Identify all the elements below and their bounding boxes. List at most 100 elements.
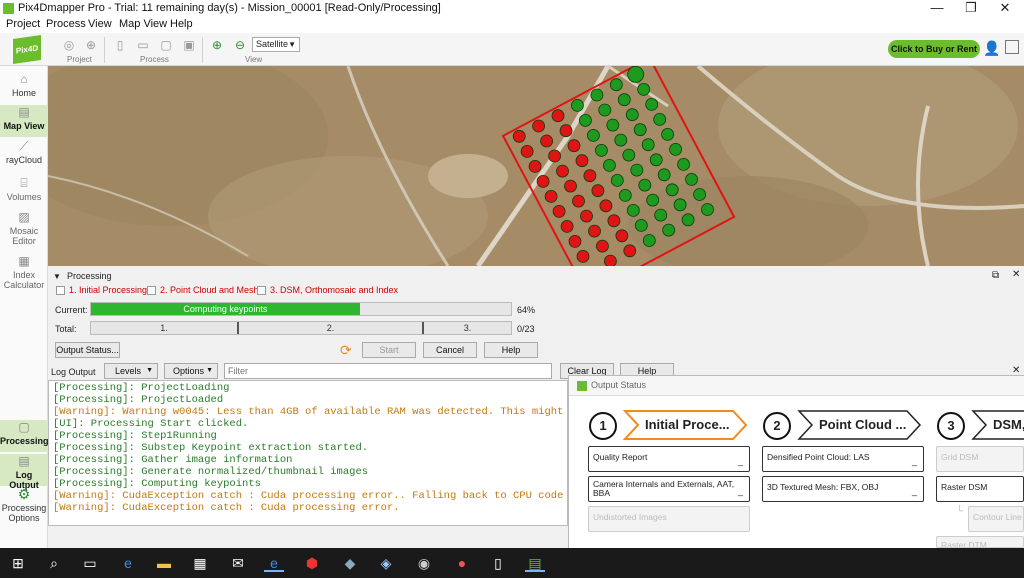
sidebar-item-mosaic-editor[interactable]: ▨ Mosaic Editor	[0, 210, 48, 250]
process-settings-icon[interactable]: ▣	[182, 38, 196, 52]
sidebar-item-volumes[interactable]: ⌸ Volumes	[0, 176, 48, 208]
camera-position-marker[interactable]	[673, 198, 687, 212]
camera-position-marker[interactable]	[604, 254, 617, 266]
step-2-checkbox[interactable]	[147, 286, 156, 295]
help-button[interactable]: Help	[484, 342, 538, 358]
camera-position-marker[interactable]	[685, 173, 698, 186]
app-icon[interactable]: ●	[452, 554, 472, 572]
output-contour-line[interactable]: Contour Line	[968, 506, 1024, 532]
camera-position-marker[interactable]	[512, 129, 526, 143]
camera-position-marker[interactable]	[657, 168, 671, 182]
camera-position-marker[interactable]	[661, 128, 674, 141]
camera-position-marker[interactable]	[603, 159, 616, 172]
options-dropdown[interactable]: Options ▼	[164, 363, 218, 379]
camera-position-marker[interactable]	[540, 134, 554, 148]
process-export-icon[interactable]: ▢	[159, 38, 173, 52]
windows-start-icon[interactable]: ⊞	[8, 554, 28, 572]
output-grid-dsm[interactable]: Grid DSM	[936, 446, 1024, 472]
output-undistorted-images[interactable]: Undistorted Images	[588, 506, 750, 532]
project-open-icon[interactable]: ◎	[62, 38, 76, 52]
camera-position-marker[interactable]	[568, 234, 582, 248]
store-icon[interactable]: ▦	[190, 554, 210, 572]
edge-icon[interactable]: e	[118, 554, 138, 572]
sidebar-item-processing[interactable]: ▢ Processing	[0, 420, 49, 452]
camera-position-marker[interactable]	[614, 133, 628, 147]
camera-position-marker[interactable]	[599, 199, 613, 213]
camera-position-marker[interactable]	[552, 204, 566, 218]
project-target-icon[interactable]: ⊕	[84, 38, 98, 52]
camera-position-marker[interactable]	[536, 175, 550, 188]
camera-position-marker[interactable]	[665, 183, 679, 197]
collapse-arrow-icon[interactable]: ▼	[53, 272, 61, 281]
cancel-button[interactable]: Cancel	[423, 342, 477, 358]
camera-position-marker[interactable]	[532, 119, 546, 133]
sidebar-item-raycloud[interactable]: ⟋ rayCloud	[0, 139, 48, 171]
undock-icon[interactable]: ⧉	[992, 270, 999, 281]
camera-position-marker[interactable]	[572, 194, 585, 208]
app-icon[interactable]: ◉	[414, 554, 434, 572]
camera-position-marker[interactable]	[556, 164, 569, 178]
search-icon[interactable]: ⌕	[44, 554, 64, 572]
output-status-button[interactable]: Output Status...	[55, 342, 120, 358]
camera-position-marker[interactable]	[638, 178, 652, 192]
camera-position-marker[interactable]	[645, 98, 659, 111]
camera-position-marker[interactable]	[627, 66, 645, 83]
camera-position-marker[interactable]	[590, 88, 604, 102]
filter-input[interactable]	[224, 363, 552, 379]
menu-view[interactable]: View	[88, 18, 112, 30]
camera-position-marker[interactable]	[595, 144, 608, 157]
camera-position-marker[interactable]	[641, 138, 655, 152]
task-view-icon[interactable]: ▭	[80, 554, 100, 572]
process-folder-icon[interactable]: ▭	[136, 38, 150, 52]
file-explorer-icon[interactable]: ▬	[154, 554, 174, 572]
zoom-in-icon[interactable]: ⊕	[210, 38, 224, 52]
menu-help[interactable]: Help	[170, 18, 193, 30]
camera-position-marker[interactable]	[598, 103, 612, 117]
camera-position-marker[interactable]	[587, 129, 600, 142]
camera-position-marker[interactable]	[630, 163, 644, 177]
camera-position-marker[interactable]	[583, 169, 597, 183]
acrobat-icon[interactable]: ⬢	[302, 554, 322, 572]
camera-position-marker[interactable]	[551, 109, 565, 123]
camera-position-marker[interactable]	[634, 218, 648, 232]
camera-position-marker[interactable]	[626, 203, 640, 217]
camera-position-marker[interactable]	[669, 143, 682, 156]
step-3-checkbox[interactable]	[257, 286, 266, 295]
user-icon[interactable]: 👤	[983, 40, 1000, 56]
buy-or-rent-button[interactable]: Click to Buy or Rent	[888, 40, 980, 58]
camera-position-marker[interactable]	[576, 249, 590, 263]
app-icon[interactable]: ◆	[340, 554, 360, 572]
minimize-icon[interactable]: —	[920, 0, 954, 17]
output-raster-dtm[interactable]: Raster DTM	[936, 536, 1024, 548]
camera-position-marker[interactable]	[548, 149, 562, 163]
sidebar-item-log-output[interactable]: ▤ Log Output	[0, 454, 48, 490]
camera-position-marker[interactable]	[677, 158, 690, 171]
panel-layout-icon[interactable]	[1005, 40, 1019, 54]
restore-icon[interactable]: ❐	[954, 0, 988, 17]
app-icon[interactable]: ◈	[376, 554, 396, 572]
camera-position-marker[interactable]	[580, 209, 593, 223]
camera-position-marker[interactable]	[607, 214, 621, 228]
camera-position-marker[interactable]	[693, 188, 706, 201]
zoom-out-icon[interactable]: ⊖	[233, 38, 247, 52]
close-icon[interactable]: ✕	[988, 0, 1022, 17]
camera-position-marker[interactable]	[654, 208, 668, 222]
output-densified-point-cloud[interactable]: Densified Point Cloud: LAS _	[762, 446, 924, 472]
sidebar-item-home[interactable]: ⌂ Home	[0, 72, 48, 104]
sidebar-item-processing-options[interactable]: ⚙ Processing Options	[0, 487, 48, 527]
camera-position-marker[interactable]	[649, 153, 663, 167]
camera-position-marker[interactable]	[646, 193, 660, 207]
camera-position-marker[interactable]	[625, 108, 639, 122]
camera-position-marker[interactable]	[591, 184, 605, 198]
camera-position-marker[interactable]	[606, 118, 620, 132]
document-icon[interactable]: ▯	[488, 554, 508, 572]
output-quality-report[interactable]: Quality Report _	[588, 446, 750, 472]
camera-position-marker[interactable]	[588, 224, 601, 238]
map-view[interactable]	[48, 66, 1024, 266]
camera-position-marker[interactable]	[622, 148, 636, 162]
camera-position-marker[interactable]	[618, 188, 632, 202]
camera-position-marker[interactable]	[571, 99, 584, 112]
menu-map-view[interactable]: Map View	[119, 18, 167, 30]
levels-dropdown[interactable]: Levels ▼	[104, 363, 158, 379]
camera-position-marker[interactable]	[662, 223, 676, 237]
